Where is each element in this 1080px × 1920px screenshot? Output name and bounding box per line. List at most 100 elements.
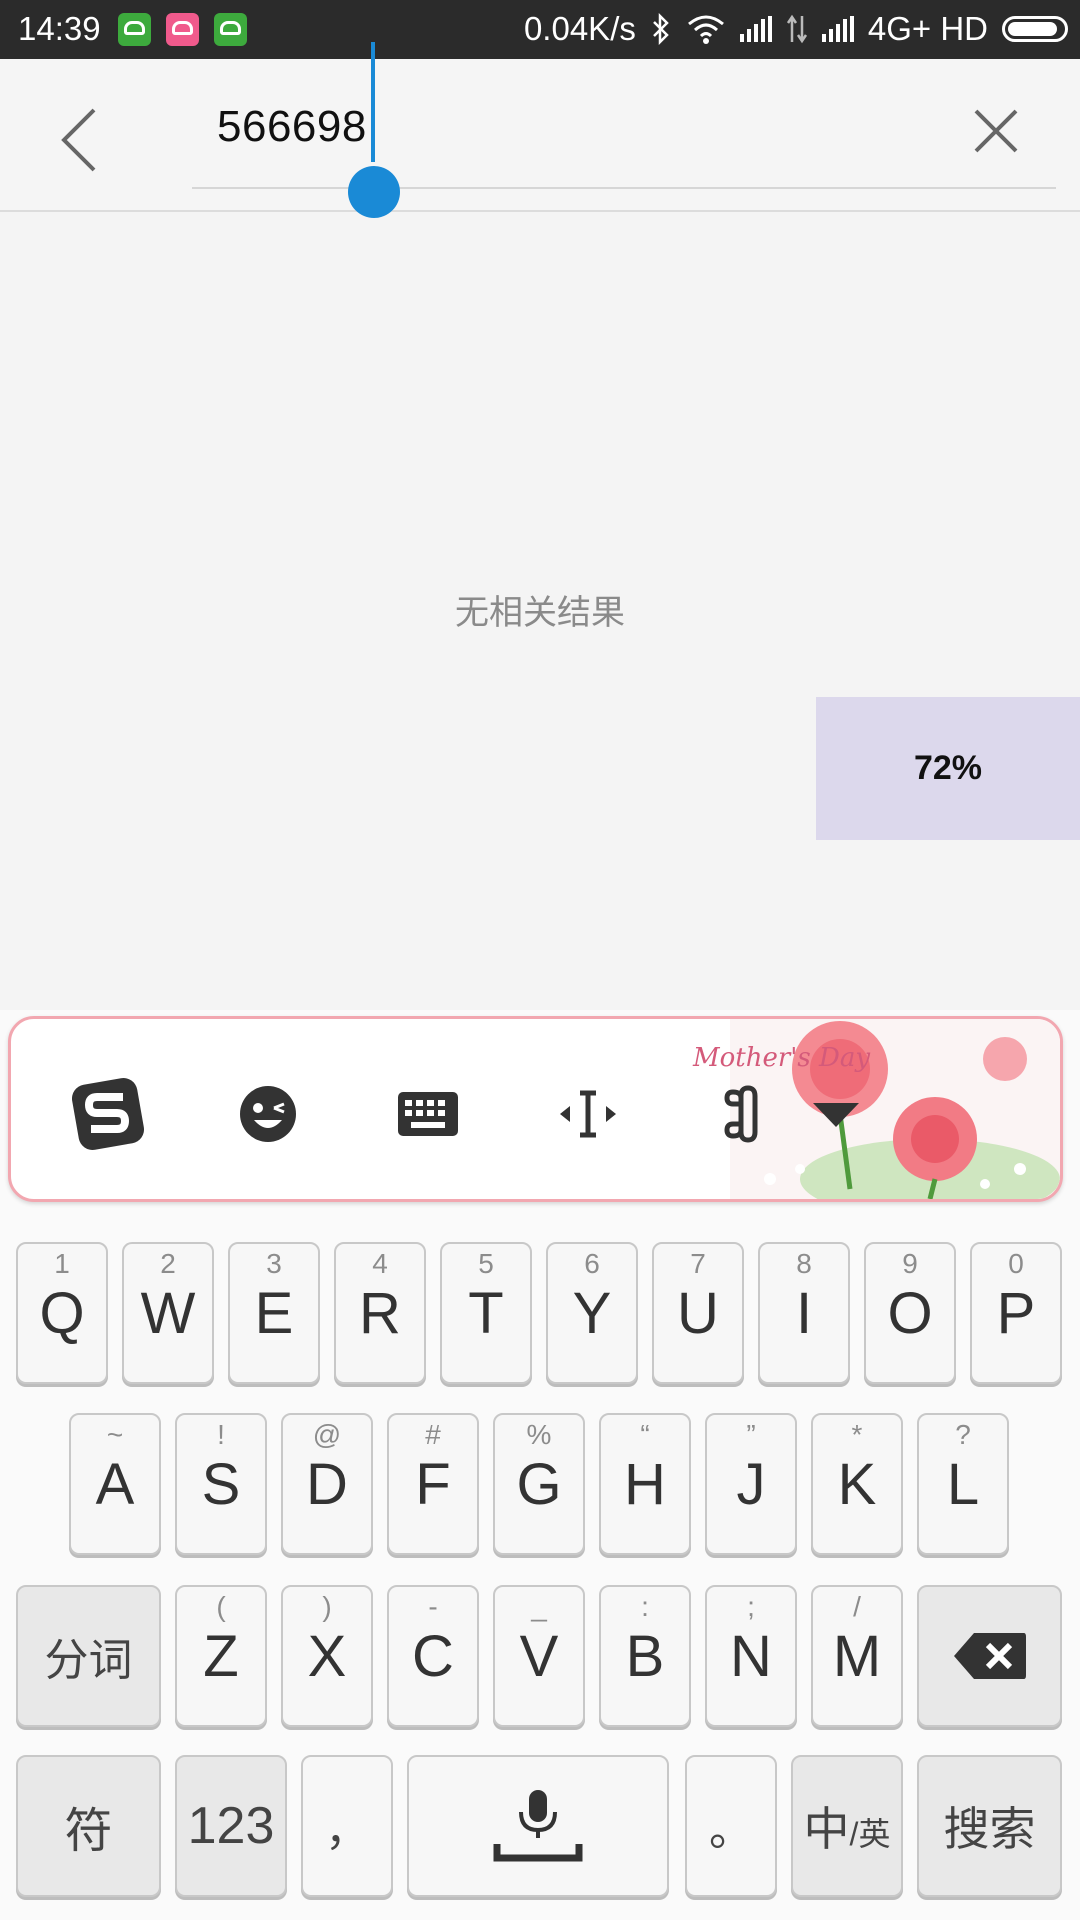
key-label-wrap: 中/英: [793, 1757, 901, 1895]
sogou-logo-button[interactable]: [63, 1069, 153, 1159]
chevron-down-icon: [813, 1103, 859, 1127]
back-icon[interactable]: [52, 104, 112, 176]
key-hint: /: [853, 1591, 861, 1622]
data-transfer-icon: [786, 14, 807, 44]
key-g[interactable]: % G: [493, 1413, 585, 1555]
key-u[interactable]: 7U: [652, 1242, 744, 1384]
key-hint: :: [641, 1591, 649, 1622]
key-label: O: [887, 1281, 933, 1346]
key-label: F: [415, 1452, 451, 1517]
app-notification-icon: [118, 13, 151, 46]
key-icon-wrap: [409, 1757, 667, 1895]
key-label: U: [677, 1281, 719, 1346]
key-v[interactable]: _ V: [493, 1585, 585, 1727]
key-hint: 7: [690, 1248, 706, 1279]
key-o[interactable]: 9O: [864, 1242, 956, 1384]
key-label: K: [837, 1452, 877, 1517]
number-key[interactable]: 123: [175, 1755, 287, 1897]
search-input[interactable]: 566698: [217, 97, 817, 157]
collapse-keyboard-button[interactable]: [791, 1069, 881, 1159]
key-a[interactable]: ~ A: [69, 1413, 161, 1555]
comma-key[interactable]: ，: [301, 1755, 393, 1897]
key-h[interactable]: “H: [599, 1413, 691, 1555]
period-key[interactable]: 。: [685, 1755, 777, 1897]
search-header: 566698: [0, 59, 1080, 212]
no-results-message: 无相关结果: [455, 593, 625, 633]
key-hint: #: [425, 1419, 441, 1450]
key-hint: %: [526, 1419, 552, 1450]
key-j[interactable]: ” J: [705, 1413, 797, 1555]
key-m[interactable]: / M: [811, 1585, 903, 1727]
key-label: A: [95, 1452, 135, 1517]
key-hint: -: [428, 1591, 438, 1622]
key-c[interactable]: -C: [387, 1585, 479, 1727]
key-hint: *: [851, 1419, 863, 1450]
network-speed: 0.04K/s: [523, 10, 636, 47]
key-hint: 1: [54, 1248, 70, 1279]
backspace-key[interactable]: [917, 1585, 1062, 1727]
key-label: M: [832, 1624, 882, 1689]
command-icon: [724, 1085, 758, 1143]
space-voice-key[interactable]: [407, 1755, 669, 1897]
shortcut-button[interactable]: [703, 1069, 793, 1159]
key-label: G: [516, 1452, 562, 1517]
key-d[interactable]: @ D: [281, 1413, 373, 1555]
key-y[interactable]: 6Y: [546, 1242, 638, 1384]
signal-icon: [739, 16, 772, 42]
key-l[interactable]: ? L: [917, 1413, 1009, 1555]
key-p[interactable]: 0P: [970, 1242, 1062, 1384]
key-q[interactable]: 1Q: [16, 1242, 108, 1384]
status-bar: 14:39 0.04K/s 4G+ HD: [0, 0, 1080, 59]
text-cursor: [371, 42, 375, 162]
key-label: P: [996, 1281, 1036, 1346]
language-toggle-key[interactable]: 中/英: [791, 1755, 903, 1897]
key-hint: 0: [1008, 1248, 1024, 1279]
key-label: L: [946, 1452, 980, 1517]
key-r[interactable]: 4R: [334, 1242, 426, 1384]
keyboard-icon: [398, 1092, 458, 1136]
key-e[interactable]: 3E: [228, 1242, 320, 1384]
key-i[interactable]: 8I: [758, 1242, 850, 1384]
key-s[interactable]: ! S: [175, 1413, 267, 1555]
wifi-icon: [687, 15, 724, 44]
cursor-move-button[interactable]: [543, 1069, 633, 1159]
keyboard-switch-button[interactable]: [383, 1069, 473, 1159]
key-hint: ): [322, 1591, 332, 1622]
key-t[interactable]: 5T: [440, 1242, 532, 1384]
key-b[interactable]: :B: [599, 1585, 691, 1727]
key-x[interactable]: ) X: [281, 1585, 373, 1727]
key-sublabel: /英: [849, 1816, 891, 1852]
keyboard: Mother's Day 1 Q 2 W 3 E 4 R 5 T 6 Y 7 U…: [0, 1010, 1080, 1920]
key-hint: 5: [478, 1248, 494, 1279]
key-z[interactable]: (Z: [175, 1585, 267, 1727]
key-w[interactable]: 2W: [122, 1242, 214, 1384]
emoji-button[interactable]: [223, 1069, 313, 1159]
symbol-key[interactable]: 符: [16, 1755, 161, 1897]
key-k[interactable]: * K: [811, 1413, 903, 1555]
key-label: 中: [803, 1803, 850, 1855]
cursor-handle[interactable]: [348, 166, 400, 218]
key-hint: @: [312, 1419, 342, 1450]
key-label: T: [468, 1281, 504, 1346]
key-label: W: [140, 1281, 196, 1346]
key-label: V: [519, 1624, 559, 1689]
key-hint: 6: [584, 1248, 600, 1279]
key-hint: 8: [796, 1248, 812, 1279]
key-label: ，: [325, 1806, 369, 1855]
key-label: Q: [39, 1281, 85, 1346]
key-label: Z: [203, 1624, 239, 1689]
key-hint: “: [640, 1419, 650, 1450]
key-icon-wrap: [919, 1587, 1060, 1725]
key-hint: ”: [746, 1419, 756, 1450]
segment-key[interactable]: 分词: [16, 1585, 161, 1727]
app-notification-icon: [166, 13, 199, 46]
signal-icon: [821, 16, 854, 42]
key-n[interactable]: ; N: [705, 1585, 797, 1727]
key-hint: ;: [747, 1591, 755, 1622]
search-key[interactable]: 搜索: [917, 1755, 1062, 1897]
key-hint: 2: [160, 1248, 176, 1279]
emoji-icon: [240, 1086, 296, 1142]
key-label: X: [307, 1624, 347, 1689]
key-f[interactable]: # F: [387, 1413, 479, 1555]
close-icon[interactable]: [968, 103, 1024, 159]
